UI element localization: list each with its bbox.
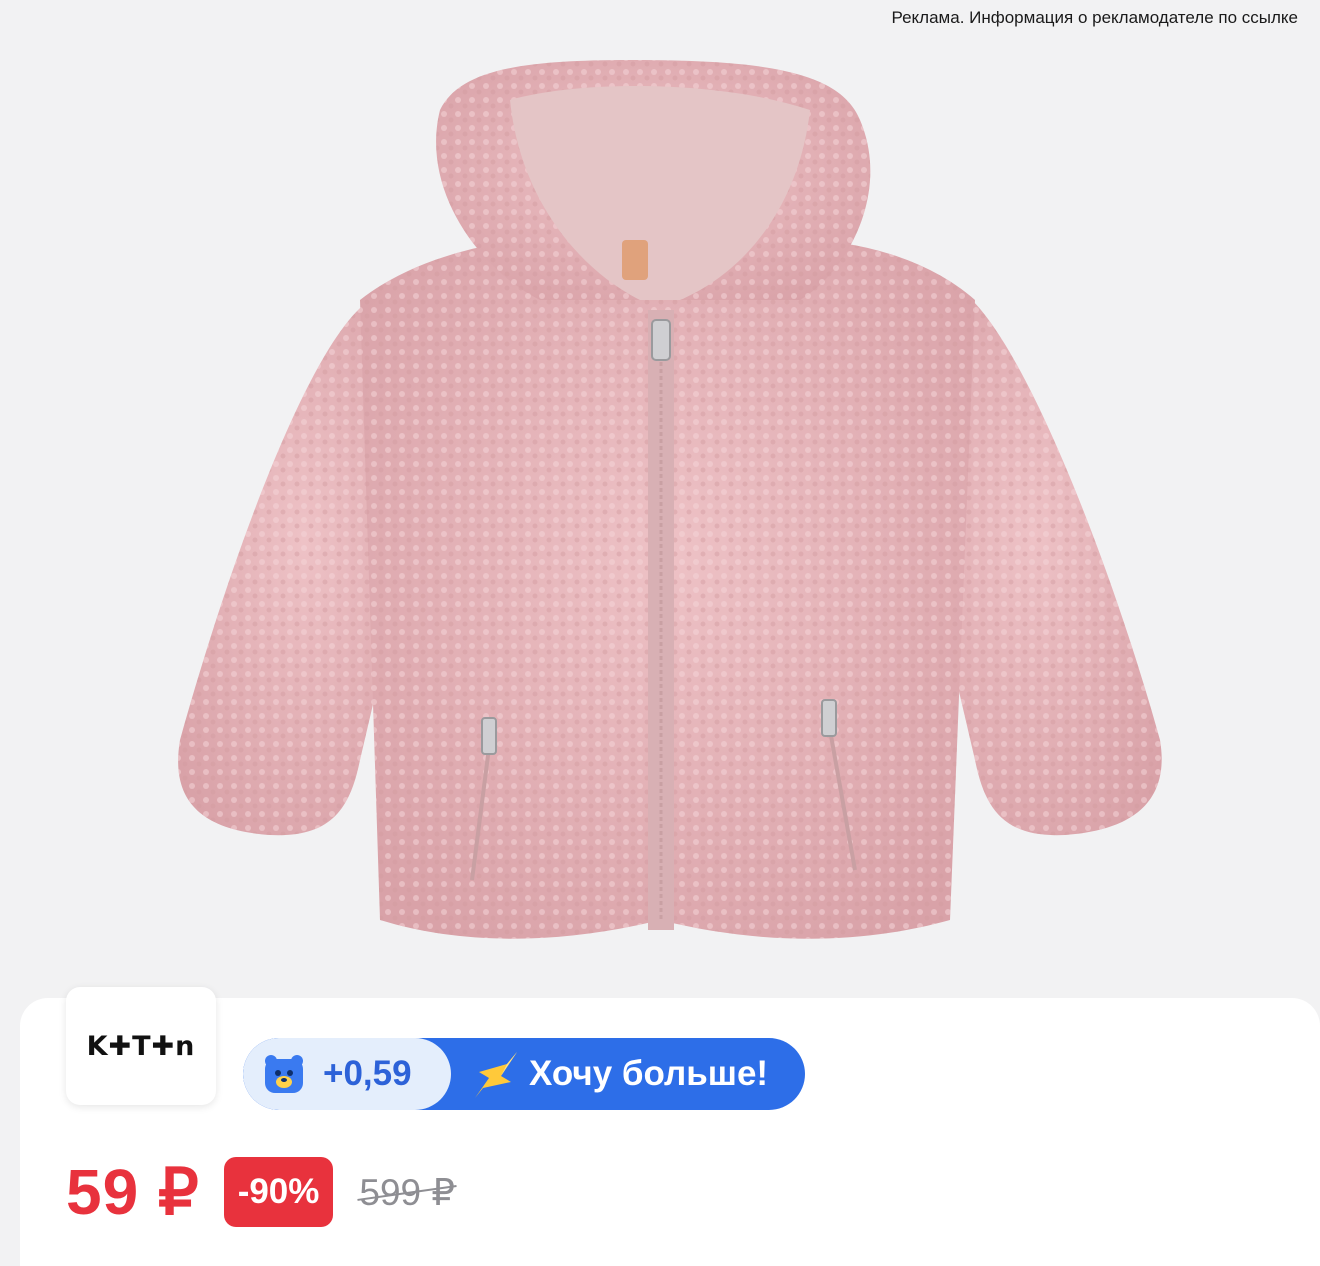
bonus-amount-chip: +0,59 bbox=[243, 1038, 451, 1110]
brand-logo-text: K✚T✚n bbox=[86, 1030, 196, 1062]
bear-icon bbox=[265, 1055, 303, 1093]
price-row: 59 ₽ -90% 599 ₽ bbox=[66, 1155, 455, 1229]
want-more-label: Хочу больше! bbox=[529, 1054, 769, 1093]
brand-logo[interactable]: K✚T✚n bbox=[66, 987, 216, 1105]
old-price: 599 ₽ bbox=[359, 1171, 455, 1213]
discount-badge: -90% bbox=[223, 1157, 334, 1227]
want-more-area: Хочу больше! bbox=[471, 1038, 768, 1110]
bonus-amount: +0,59 bbox=[323, 1054, 412, 1093]
ad-card-page: Реклама. Информация о рекламодателе по с… bbox=[0, 0, 1320, 1266]
current-price: 59 ₽ bbox=[66, 1155, 200, 1228]
sparkle-star-icon bbox=[475, 1052, 517, 1098]
bonus-cta-button[interactable]: +0,59 Хочу больше! bbox=[243, 1038, 805, 1110]
ad-disclaimer-link[interactable]: Реклама. Информация о рекламодателе по с… bbox=[892, 8, 1299, 28]
product-image[interactable] bbox=[160, 40, 1180, 980]
